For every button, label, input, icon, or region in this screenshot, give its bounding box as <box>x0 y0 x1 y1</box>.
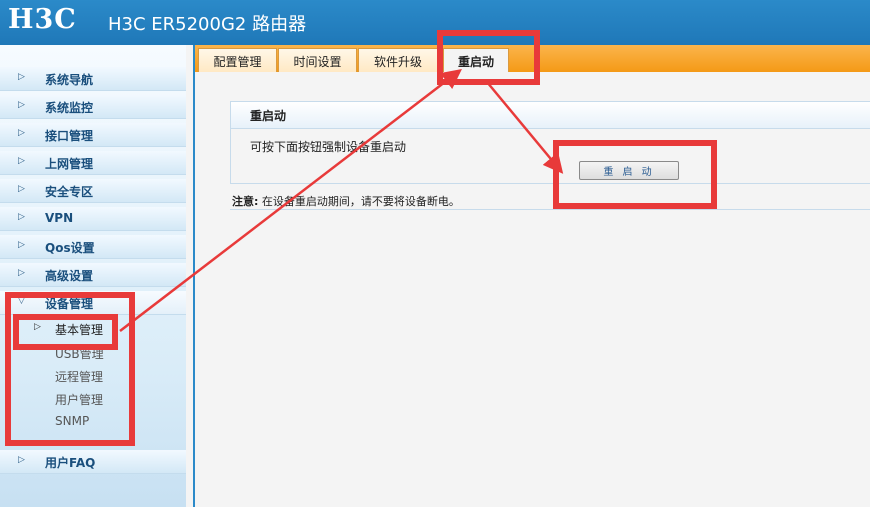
tab-time-settings[interactable]: 时间设置 <box>278 48 357 72</box>
sidebar-item-internet[interactable]: ▷ 上网管理 <box>0 151 186 175</box>
sidebar-item-system-monitor[interactable]: ▷ 系统监控 <box>0 95 186 119</box>
sidebar-item-vpn[interactable]: ▷ VPN <box>0 207 186 231</box>
sidebar-subitem-label: 远程管理 <box>55 370 104 384</box>
reboot-description: 可按下面按钮强制设备重启动 <box>250 140 407 154</box>
sidebar-item-advanced[interactable]: ▷ 高级设置 <box>0 263 186 287</box>
note-text: 在设备重启动期间，请不要将设备断电。 <box>261 195 460 208</box>
reboot-button[interactable]: 重 启 动 <box>579 161 679 180</box>
tab-label: 重启动 <box>457 55 494 69</box>
panel-header: 重启动 <box>230 101 870 129</box>
expand-arrow-icon: ▷ <box>18 184 25 194</box>
sidebar-item-label: 系统导航 <box>45 73 94 87</box>
tab-bar: 配置管理 时间设置 软件升级 重启动 <box>195 45 870 72</box>
tab-label: 时间设置 <box>293 55 342 69</box>
sidebar-subitem-label: 基本管理 <box>55 323 104 337</box>
sidebar-item-qos[interactable]: ▷ Qos设置 <box>0 235 186 259</box>
sidebar-subitem-label: 用户管理 <box>55 393 104 407</box>
warning-note: 注意: 在设备重启动期间，请不要将设备断电。 <box>232 193 460 209</box>
panel-body: 可按下面按钮强制设备重启动 重 启 动 <box>230 129 870 184</box>
selected-arrow-icon: ▷ <box>34 322 41 332</box>
sidebar-item-label: 安全专区 <box>45 185 94 199</box>
expand-arrow-icon: ▷ <box>18 455 25 465</box>
sidebar-subitem-user[interactable]: 用户管理 <box>0 388 186 410</box>
expand-arrow-icon: ▷ <box>18 212 25 222</box>
sidebar-item-label: 系统监控 <box>45 101 94 115</box>
sidebar-item-interface[interactable]: ▷ 接口管理 <box>0 123 186 147</box>
expand-arrow-icon: ▷ <box>18 268 25 278</box>
sidebar-item-faq[interactable]: ▷ 用户FAQ <box>0 450 186 474</box>
sidebar-item-device[interactable]: ▽ 设备管理 <box>0 291 186 315</box>
app-title: H3C ER5200G2 路由器 <box>108 14 307 35</box>
sidebar-subitem-usb[interactable]: USB管理 <box>0 342 186 364</box>
h3c-logo: H3C <box>8 4 77 35</box>
tab-label: 配置管理 <box>213 55 262 69</box>
sidebar-subitem-label: SNMP <box>55 414 90 428</box>
panel-title: 重启动 <box>250 109 287 123</box>
sidebar-item-security[interactable]: ▷ 安全专区 <box>0 179 186 203</box>
sidebar-subitem-label: USB管理 <box>55 347 104 361</box>
sidebar-item-label: 接口管理 <box>45 129 94 143</box>
tab-config-management[interactable]: 配置管理 <box>198 48 277 72</box>
collapse-arrow-icon: ▽ <box>18 296 25 306</box>
note-divider <box>230 209 870 210</box>
expand-arrow-icon: ▷ <box>18 156 25 166</box>
tab-software-upgrade[interactable]: 软件升级 <box>358 48 438 72</box>
frame-divider <box>193 45 195 507</box>
expand-arrow-icon: ▷ <box>18 128 25 138</box>
sidebar: ▷ 系统导航 ▷ 系统监控 ▷ 接口管理 ▷ 上网管理 ▷ 安全专区 ▷ VPN… <box>0 45 186 507</box>
sidebar-item-label: 用户FAQ <box>45 456 96 470</box>
note-label: 注意: <box>232 195 259 208</box>
sidebar-item-system-nav[interactable]: ▷ 系统导航 <box>0 67 186 91</box>
sidebar-item-label: 设备管理 <box>45 297 94 311</box>
sidebar-item-label: VPN <box>45 211 74 225</box>
sidebar-subitem-basic[interactable]: ▷ 基本管理 <box>0 318 186 340</box>
expand-arrow-icon: ▷ <box>18 100 25 110</box>
tab-reboot[interactable]: 重启动 <box>443 48 509 72</box>
tab-label: 软件升级 <box>373 55 422 69</box>
expand-arrow-icon: ▷ <box>18 72 25 82</box>
sidebar-subitem-remote[interactable]: 远程管理 <box>0 365 186 387</box>
header-bar: H3C H3C ER5200G2 路由器 <box>0 0 870 45</box>
sidebar-subitem-snmp[interactable]: SNMP <box>0 411 186 433</box>
expand-arrow-icon: ▷ <box>18 240 25 250</box>
sidebar-item-label: 上网管理 <box>45 157 94 171</box>
sidebar-item-label: Qos设置 <box>45 241 95 255</box>
sidebar-item-label: 高级设置 <box>45 269 94 283</box>
